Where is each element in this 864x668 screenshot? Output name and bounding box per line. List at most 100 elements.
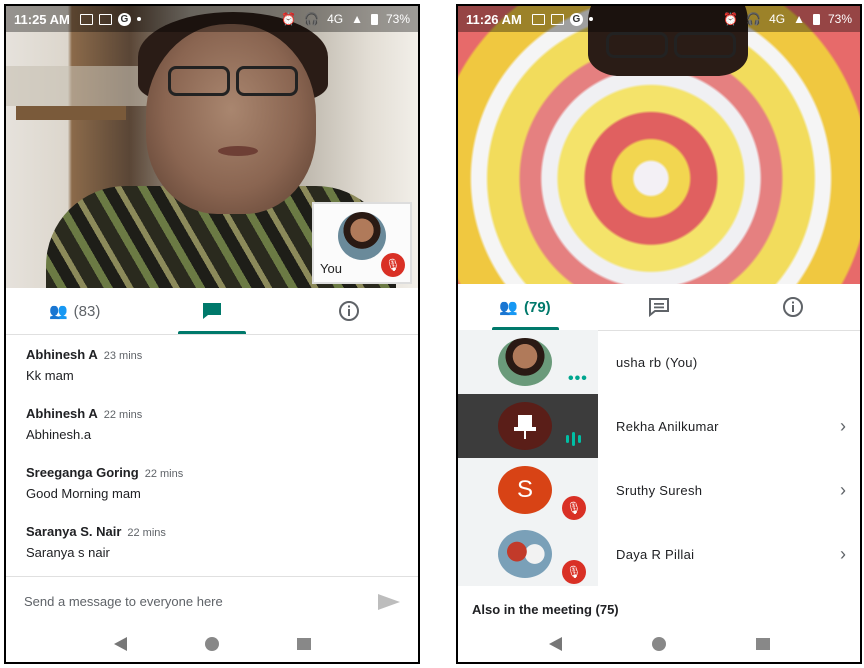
headset-icon: 🎧 <box>746 12 762 26</box>
battery-percent: 73% <box>385 12 410 26</box>
tab-info[interactable] <box>726 284 860 330</box>
battery-icon <box>812 13 820 25</box>
participant-row[interactable]: 🎙 Daya R Pillai › <box>458 522 860 586</box>
back-icon[interactable] <box>113 637 127 651</box>
gallery-icon <box>531 13 545 25</box>
chevron-right-icon[interactable]: › <box>840 544 846 565</box>
pin-icon <box>514 415 536 439</box>
battery-icon <box>370 13 378 25</box>
right-phone-screen: 11:26 AM G ⏰ 🎧 4G ▲ 73% 👥 (79) ••• usha … <box>456 4 862 664</box>
speaker-glasses <box>606 32 736 58</box>
background-shelf <box>6 66 156 106</box>
google-icon: G <box>569 12 583 26</box>
home-icon[interactable] <box>204 637 219 651</box>
speaker-face <box>146 24 316 214</box>
participant-list: ••• usha rb (You) Rekha Anilkumar › S 🎙 <box>458 330 860 586</box>
participant-name: Daya R Pillai <box>616 546 695 562</box>
alarm-icon: ⏰ <box>281 12 297 26</box>
self-view-tile[interactable]: You 🎙 <box>312 202 412 284</box>
android-nav-bar <box>6 626 418 662</box>
info-icon <box>339 301 360 321</box>
meeting-tabs: 👥 (83) <box>6 288 418 335</box>
self-view-label: You <box>320 261 342 276</box>
participant-row[interactable]: ••• usha rb (You) <box>458 330 860 394</box>
main-video-feed[interactable]: You 🎙 <box>6 6 418 288</box>
chat-message-list: Abhinesh A 23 mins Kk mam Abhinesh A 22 mi… <box>26 346 408 582</box>
google-icon: G <box>117 12 131 26</box>
meeting-tabs: 👥 (79) <box>458 284 860 331</box>
message-time: 23 mins <box>103 350 143 362</box>
chat-icon <box>649 298 669 317</box>
participant-avatar <box>498 402 552 450</box>
participant-row[interactable]: Rekha Anilkumar › <box>458 394 860 458</box>
home-icon[interactable] <box>651 637 666 651</box>
message-compose-bar[interactable]: Send a message to everyone here <box>6 576 418 626</box>
mic-off-icon: 🎙 <box>562 560 586 584</box>
message-text: Kk mam <box>26 368 74 383</box>
android-nav-bar <box>458 626 860 662</box>
network-type: 4G <box>769 12 786 26</box>
mic-off-icon: 🎙 <box>562 496 586 520</box>
chat-icon <box>202 303 221 319</box>
gallery-icon <box>79 13 93 25</box>
alarm-icon: ⏰ <box>723 12 739 26</box>
message-text: Abhinesh.a <box>26 427 92 442</box>
mic-off-icon: 🎙 <box>381 253 405 277</box>
message-sender: Abhinesh A <box>26 347 98 362</box>
tab-chat[interactable] <box>592 284 726 330</box>
headset-icon: 🎧 <box>304 12 320 26</box>
back-icon[interactable] <box>548 637 562 651</box>
recent-apps-icon[interactable] <box>755 638 770 650</box>
also-in-meeting-header: Also in the meeting (75) <box>472 602 619 617</box>
message-time: 22 mins <box>103 409 143 421</box>
speaker-glasses <box>168 66 298 96</box>
message-sender: Abhinesh A <box>26 406 98 421</box>
battery-percent: 73% <box>827 12 852 26</box>
signal-icon: ▲ <box>793 12 805 26</box>
participant-name: usha rb (You) <box>616 354 698 370</box>
self-avatar <box>338 212 386 260</box>
chat-message: Abhinesh A 22 mins Abhinesh.a <box>26 405 408 442</box>
chat-message: Abhinesh A 23 mins Kk mam <box>26 346 408 383</box>
background-shelf <box>16 106 126 120</box>
tab-people[interactable]: 👥 (79) <box>458 284 592 330</box>
network-type: 4G <box>327 12 344 26</box>
tab-people[interactable]: 👥 (83) <box>6 288 143 334</box>
left-phone-screen: 11:25 AM G ⏰ 🎧 4G ▲ 73% You 🎙 👥 (83) Abh… <box>4 4 420 664</box>
main-video-feed[interactable] <box>458 6 860 284</box>
message-icon <box>550 13 564 25</box>
participant-avatar <box>498 530 552 578</box>
people-count: (83) <box>73 302 101 320</box>
people-icon: 👥 <box>499 299 518 316</box>
info-icon <box>783 297 803 317</box>
tab-chat[interactable] <box>143 288 280 334</box>
participant-avatar <box>498 338 552 386</box>
participant-row[interactable]: S 🎙 Sruthy Suresh › <box>458 458 860 522</box>
chevron-right-icon[interactable]: › <box>840 480 846 501</box>
speaker-mouth <box>218 146 258 156</box>
participant-name: Rekha Anilkumar <box>616 418 719 434</box>
status-time: 11:25 AM <box>14 11 70 27</box>
message-input-placeholder[interactable]: Send a message to everyone here <box>24 594 223 609</box>
notification-dot-icon <box>588 17 593 21</box>
participant-avatar: S <box>498 466 552 514</box>
speaking-indicator-icon <box>566 432 581 446</box>
tab-info[interactable] <box>281 288 418 334</box>
message-text: Good Morning mam <box>26 486 141 501</box>
status-time: 11:26 AM <box>466 11 522 27</box>
people-icon: 👥 <box>48 303 68 320</box>
chevron-right-icon[interactable]: › <box>840 416 846 437</box>
recent-apps-icon[interactable] <box>296 638 311 650</box>
message-time: 22 mins <box>127 527 166 539</box>
message-sender: Sreeganga Goring <box>26 465 139 480</box>
message-sender: Saranya S. Nair <box>26 524 122 539</box>
participant-name: Sruthy Suresh <box>616 482 703 498</box>
chat-message: Sreeganga Goring 22 mins Good Morning mam <box>26 464 408 501</box>
message-time: 22 mins <box>144 468 184 480</box>
chat-message: Saranya S. Nair 22 mins Saranya s nair <box>26 523 408 560</box>
message-icon <box>98 13 112 25</box>
people-count: (79) <box>524 298 551 316</box>
send-icon[interactable] <box>378 593 400 610</box>
status-bar: 11:26 AM G ⏰ 🎧 4G ▲ 73% <box>458 6 860 32</box>
more-options-icon[interactable]: ••• <box>568 370 588 388</box>
